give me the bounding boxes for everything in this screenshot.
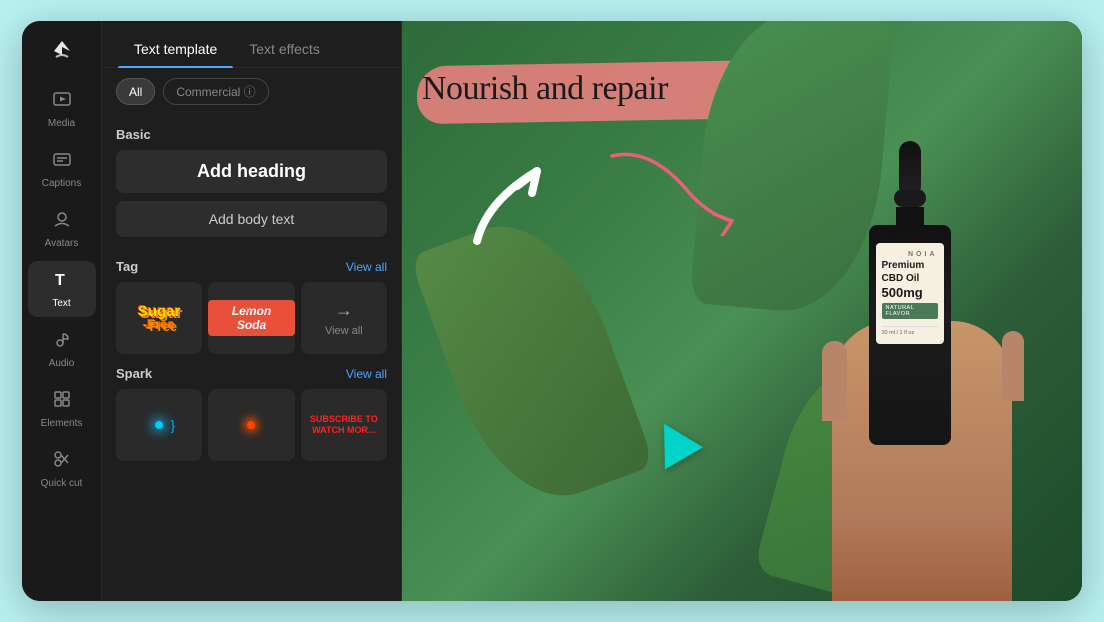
sidebar-label-media: Media [48,118,75,129]
spark-blue-visual [139,405,179,445]
tag-lemon-text: Lemon Soda [208,300,294,336]
tag-grid-wrapper: Sugar-Free Lemon Soda → View all [116,282,387,354]
avatars-icon [52,209,72,235]
finger-2 [1002,331,1024,401]
finger-1 [822,341,847,421]
bottle-ml: 30 ml / 1 fl oz [882,326,938,336]
tab-text-template[interactable]: Text template [118,33,233,67]
tag-free-text: -Free [138,318,181,332]
text-icon: T [52,269,72,295]
filter-commercial[interactable]: Commercial ⓘ [163,78,268,105]
bottle-brand: NOIA [882,251,938,258]
tag-item-view-all[interactable]: → View all [301,282,387,354]
section-basic-label: Basic [116,127,387,142]
sidebar: Media Captions Avatars [22,21,102,601]
sidebar-label-avatars: Avatars [45,238,79,249]
spark-item-blue[interactable] [116,389,202,461]
text-panel: Text template Text effects All Commercia… [102,21,402,601]
canvas-overlay-text[interactable]: Nourish and repair [422,66,668,108]
sidebar-item-avatars[interactable]: Avatars [28,201,96,257]
sidebar-item-quickcut[interactable]: Quick cut [28,441,96,497]
sidebar-label-captions: Captions [42,178,81,189]
tag-grid: Sugar-Free Lemon Soda → View all [116,282,387,354]
tag-viewall-content: → View all [325,300,363,337]
bottle: NOIA Premium CBD Oil 500mg NATURAL FLAVO… [867,141,952,531]
panel-tabs: Text template Text effects [102,21,401,68]
sidebar-item-text[interactable]: T Text [28,261,96,317]
spark-grid: SUBSCRIBE TO WATCH MOR... [116,389,387,461]
sidebar-item-audio[interactable]: Audio [28,321,96,377]
panel-content: Basic Add heading Add body text Tag View… [102,115,401,601]
white-arrow-svg [457,141,577,261]
white-arrow-area [457,141,577,266]
section-spark-label: Spark [116,366,152,381]
bottle-hand-area: NOIA Premium CBD Oil 500mg NATURAL FLAVO… [802,141,1062,601]
bottle-flavor: NATURAL FLAVOR [882,303,938,319]
bottle-name-text: Premium CBD Oil [882,260,925,284]
add-heading-button[interactable]: Add heading [116,150,387,193]
svg-text:T: T [55,272,65,289]
pink-arrow-area [602,136,742,241]
sidebar-label-text: Text [52,298,70,309]
bottle-dropper [899,141,921,191]
sidebar-item-captions[interactable]: Captions [28,141,96,197]
tag-section-header: Tag View all [116,259,387,274]
tag-item-sugar-free[interactable]: Sugar-Free [116,282,202,354]
elements-icon [52,389,72,415]
app-container: Media Captions Avatars [22,21,1082,601]
spark-view-all[interactable]: View all [346,367,387,381]
quickcut-icon [52,449,72,475]
panel-filters: All Commercial ⓘ [102,68,401,115]
tag-sugar-text: Sugar-Free [134,300,185,337]
arrow-icon: → [335,300,353,321]
bottle-mg: 500mg [882,285,938,300]
sidebar-item-media[interactable]: Media [28,81,96,137]
tag-viewall-label: View all [325,325,363,337]
audio-icon [52,329,72,355]
app-logo [44,33,80,69]
sidebar-label-audio: Audio [49,358,75,369]
bottle-neck [896,207,924,225]
spark-item-subscribe[interactable]: SUBSCRIBE TO WATCH MOR... [301,389,387,461]
bottle-body: NOIA Premium CBD Oil 500mg NATURAL FLAVO… [869,225,951,445]
captions-icon [52,149,72,175]
add-body-button[interactable]: Add body text [116,201,387,237]
pink-arrow-svg [602,136,742,236]
tag-view-all[interactable]: View all [346,260,387,274]
sidebar-label-elements: Elements [41,418,83,429]
media-icon [52,89,72,115]
spark-red-visual [231,405,271,445]
section-tag-label: Tag [116,259,138,274]
spark-subscribe-text: SUBSCRIBE TO WATCH MOR... [301,410,387,440]
nourish-text: Nourish and repair [422,70,668,107]
sidebar-item-elements[interactable]: Elements [28,381,96,437]
filter-all[interactable]: All [116,78,155,105]
bottle-name: Premium CBD Oil [882,260,938,285]
canvas-area[interactable]: Nourish and repair [402,21,1082,601]
sidebar-label-quickcut: Quick cut [41,478,83,489]
tab-text-effects[interactable]: Text effects [233,33,336,67]
spark-item-red[interactable] [208,389,294,461]
tag-item-lemon-soda[interactable]: Lemon Soda [208,282,294,354]
bottle-label: NOIA Premium CBD Oil 500mg NATURAL FLAVO… [876,243,944,344]
spark-section-header: Spark View all [116,366,387,381]
bottle-bulb [894,189,926,207]
